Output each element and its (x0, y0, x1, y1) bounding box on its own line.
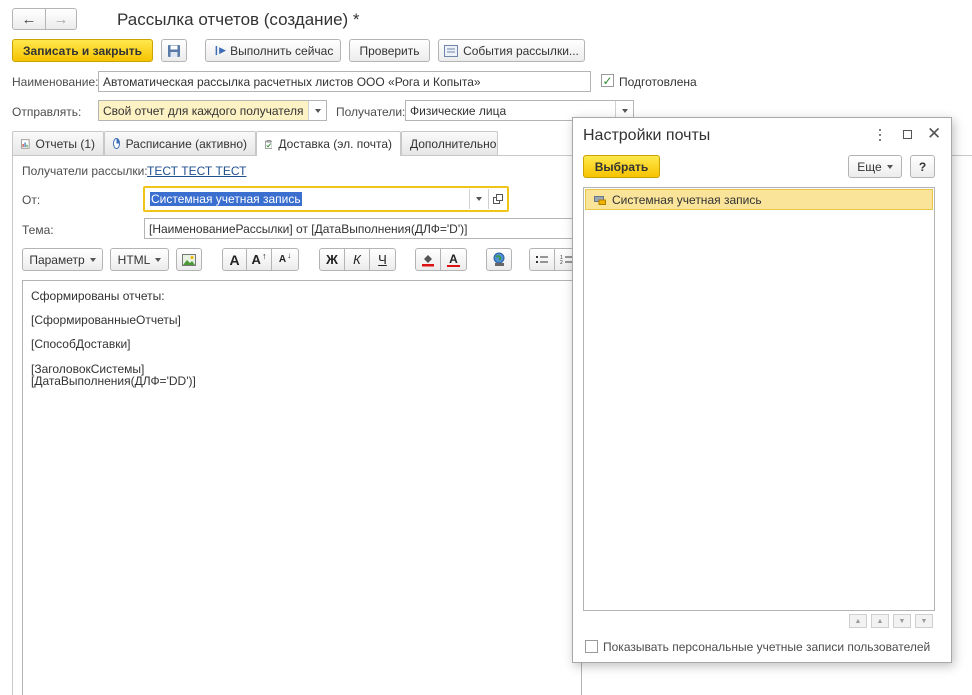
move-first-button[interactable]: ▲ (849, 614, 867, 628)
move-last-button[interactable]: ▼ (915, 614, 933, 628)
close-icon[interactable]: ✕ (927, 124, 941, 144)
body-line: [ДатаВыполнения(ДЛФ='DD')] (31, 374, 196, 388)
background-color-button[interactable] (415, 248, 441, 271)
subject-input[interactable]: [НаименованиеРассылки] от [ДатаВыполнени… (144, 218, 584, 239)
arrow-first-icon: ▲ (854, 617, 862, 625)
list-item[interactable]: Системная учетная запись (585, 189, 933, 210)
move-down-button[interactable]: ▼ (893, 614, 911, 628)
subject-label: Тема: (22, 223, 54, 237)
recipients-link[interactable]: ТЕСТ ТЕСТ ТЕСТ (147, 164, 246, 178)
run-now-button[interactable]: ❙▶ Выполнить сейчас (205, 39, 341, 62)
body-line: [СформированныеОтчеты] (31, 313, 181, 327)
bullet-list-button[interactable] (529, 248, 555, 271)
format-dropdown[interactable]: HTML (110, 248, 169, 271)
tab-delivery[interactable]: Доставка (эл. почта) (256, 131, 401, 156)
message-body-editor[interactable]: Сформированы отчеты: [СформированныеОтче… (22, 280, 582, 695)
dropdown-icon (155, 257, 162, 262)
image-icon (182, 253, 196, 266)
from-label: От: (22, 193, 41, 207)
save-close-button[interactable]: Записать и закрыть (12, 39, 153, 62)
report-icon (21, 138, 30, 149)
tab-reports[interactable]: Отчеты (1) (12, 131, 104, 155)
recipients-label: Получатели: (336, 105, 406, 119)
underline-button[interactable]: Ч (369, 248, 396, 271)
more-actions-icon[interactable] (875, 128, 885, 142)
tab-panel-left-border (12, 155, 13, 695)
dropdown-icon (89, 257, 96, 262)
from-dropdown-button[interactable] (469, 189, 487, 209)
text-color-button[interactable]: A (440, 248, 467, 271)
insert-image-button[interactable] (176, 248, 202, 271)
name-input[interactable]: Автоматическая рассылка расчетных листов… (98, 71, 591, 92)
events-log-icon (444, 44, 459, 57)
body-line: Сформированы отчеты: (31, 289, 165, 303)
forward-button[interactable]: → (45, 8, 77, 30)
popup-title: Настройки почты (583, 127, 711, 144)
page-title: Рассылка отчетов (создание) * (117, 10, 360, 29)
svg-text:2: 2 (560, 260, 563, 266)
back-button[interactable]: ← (12, 8, 46, 30)
events-button[interactable]: События рассылки... (438, 39, 585, 62)
tab-schedule[interactable]: Расписание (активно) (104, 131, 256, 155)
show-personal-checkbox[interactable] (585, 640, 598, 653)
arrow-left-icon: ← (21, 10, 37, 28)
clock-icon (113, 138, 120, 149)
open-window-icon (493, 194, 503, 204)
send-mode-select[interactable]: Свой отчет для каждого получателя (98, 100, 327, 121)
send-label: Отправлять: (12, 105, 82, 119)
clipboard-icon (265, 139, 273, 149)
parameter-dropdown[interactable]: Параметр (22, 248, 103, 271)
mail-settings-popup[interactable]: Настройки почты ✕ Выбрать Еще ? Системна… (572, 117, 952, 663)
italic-button[interactable]: К (344, 248, 370, 271)
minus-icon: ↓ (287, 251, 292, 260)
arrow-right-icon: → (53, 10, 69, 28)
show-personal-label: Показывать персональные учетные записи п… (603, 640, 931, 654)
tab-additional[interactable]: Дополнительно (401, 131, 498, 155)
dropdown-icon[interactable] (308, 101, 326, 120)
select-button[interactable]: Выбрать (583, 155, 660, 178)
from-open-button[interactable] (488, 189, 507, 209)
move-up-button[interactable]: ▲ (871, 614, 889, 628)
arrow-up-icon: ▲ (876, 617, 884, 625)
font-decrease-button[interactable]: A ↓ (271, 248, 299, 271)
dropdown-icon (886, 164, 893, 169)
floppy-disk-icon (168, 44, 180, 57)
prepared-checkbox[interactable]: ✓ (601, 74, 614, 87)
name-label: Наименование: (12, 75, 99, 89)
paint-bucket-icon (422, 254, 434, 266)
from-account-select[interactable]: Системная учетная запись (146, 189, 488, 209)
checkmark-icon: ✓ (602, 73, 613, 88)
delivery-recipients-label: Получатели рассылки: (22, 164, 148, 178)
save-button[interactable] (161, 39, 187, 62)
dropdown-icon (475, 197, 482, 201)
help-button[interactable]: ? (910, 155, 935, 178)
font-button[interactable]: A (222, 248, 247, 271)
run-icon: ❙▶ (212, 45, 227, 55)
accounts-list[interactable]: Системная учетная запись (583, 187, 935, 611)
check-button[interactable]: Проверить (349, 39, 430, 62)
plus-icon: ↑ (261, 250, 267, 261)
account-icon (594, 195, 606, 205)
bold-button[interactable]: Ж (319, 248, 345, 271)
insert-link-button[interactable] (486, 248, 512, 271)
bullet-list-icon (536, 255, 548, 263)
arrow-down-icon: ▼ (898, 617, 906, 625)
body-line: [СпособДоставки] (31, 337, 131, 351)
maximize-icon[interactable] (903, 130, 912, 139)
arrow-last-icon: ▼ (920, 617, 928, 625)
font-increase-button[interactable]: A ↑ (246, 248, 272, 271)
prepared-label: Подготовлена (619, 75, 697, 89)
color-bar-icon (447, 264, 460, 267)
more-button[interactable]: Еще (848, 155, 902, 178)
globe-link-icon (493, 252, 504, 266)
